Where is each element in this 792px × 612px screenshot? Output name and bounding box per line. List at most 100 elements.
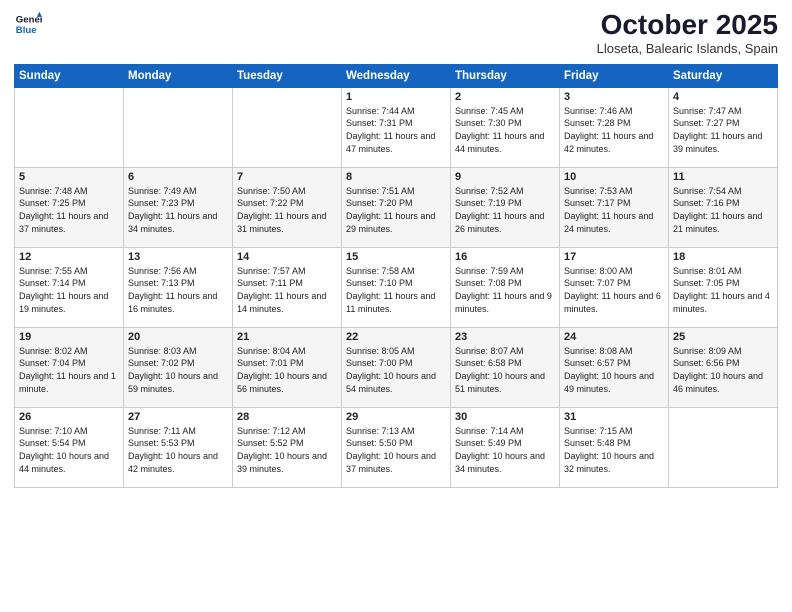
title-block: October 2025 Lloseta, Balearic Islands, … xyxy=(597,10,778,56)
cell-w3-d5: 16Sunrise: 7:59 AM Sunset: 7:08 PM Dayli… xyxy=(451,247,560,327)
day-number: 15 xyxy=(346,251,446,263)
week-row-2: 5Sunrise: 7:48 AM Sunset: 7:25 PM Daylig… xyxy=(15,167,778,247)
col-header-wednesday: Wednesday xyxy=(342,64,451,87)
cell-w4-d4: 22 Sunrise: 8:05 AM Sunset: 7:00 PM Dayli… xyxy=(342,327,451,407)
cell-w1-d1 xyxy=(15,87,124,167)
day-info: Sunrise: 7:46 AM Sunset: 7:28 PM Dayligh… xyxy=(564,105,664,155)
week-row-5: 26 Sunrise: 7:10 AM Sunset: 5:54 PM Dayli… xyxy=(15,407,778,487)
day-number: 6 xyxy=(128,171,228,183)
day-info: Sunrise: 7:52 AM Sunset: 7:19 PM Dayligh… xyxy=(455,185,555,235)
col-header-saturday: Saturday xyxy=(669,64,778,87)
header: General Blue October 2025 Lloseta, Balea… xyxy=(14,10,778,56)
cell-w1-d2 xyxy=(124,87,233,167)
cell-w5-d2: 27 Sunrise: 7:11 AM Sunset: 5:53 PM Dayli… xyxy=(124,407,233,487)
cell-w5-d4: 29 Sunrise: 7:13 AM Sunset: 5:50 PM Dayli… xyxy=(342,407,451,487)
day-number: 31 xyxy=(564,411,664,423)
col-header-sunday: Sunday xyxy=(15,64,124,87)
day-info: Sunrise: 8:05 AM Sunset: 7:00 PM Dayligh… xyxy=(346,345,446,395)
day-info: Sunrise: 7:51 AM Sunset: 7:20 PM Dayligh… xyxy=(346,185,446,235)
day-number: 19 xyxy=(19,331,119,343)
cell-w2-d7: 11 Sunrise: 7:54 AM Sunset: 7:16 PM Dayli… xyxy=(669,167,778,247)
cell-w1-d5: 2 Sunrise: 7:45 AM Sunset: 7:30 PM Daylig… xyxy=(451,87,560,167)
cell-w2-d2: 6 Sunrise: 7:49 AM Sunset: 7:23 PM Daylig… xyxy=(124,167,233,247)
svg-text:Blue: Blue xyxy=(16,25,37,36)
day-info: Sunrise: 8:00 AM Sunset: 7:07 PM Dayligh… xyxy=(564,265,664,315)
day-number: 25 xyxy=(673,331,773,343)
day-number: 7 xyxy=(237,171,337,183)
cell-w4-d1: 19 Sunrise: 8:02 AM Sunset: 7:04 PM Dayli… xyxy=(15,327,124,407)
day-info: Sunrise: 7:56 AM Sunset: 7:13 PM Dayligh… xyxy=(128,265,228,315)
day-number: 4 xyxy=(673,91,773,103)
day-info: Sunrise: 8:03 AM Sunset: 7:02 PM Dayligh… xyxy=(128,345,228,395)
day-number: 10 xyxy=(564,171,664,183)
day-info: Sunrise: 8:01 AM Sunset: 7:05 PM Dayligh… xyxy=(673,265,773,315)
day-number: 27 xyxy=(128,411,228,423)
day-info: Sunrise: 8:04 AM Sunset: 7:01 PM Dayligh… xyxy=(237,345,337,395)
day-info: Sunrise: 7:47 AM Sunset: 7:27 PM Dayligh… xyxy=(673,105,773,155)
cell-w4-d7: 25 Sunrise: 8:09 AM Sunset: 6:56 PM Dayli… xyxy=(669,327,778,407)
col-header-tuesday: Tuesday xyxy=(233,64,342,87)
day-number: 30 xyxy=(455,411,555,423)
day-number: 26 xyxy=(19,411,119,423)
day-info: Sunrise: 7:49 AM Sunset: 7:23 PM Dayligh… xyxy=(128,185,228,235)
day-number: 3 xyxy=(564,91,664,103)
cell-w5-d5: 30 Sunrise: 7:14 AM Sunset: 5:49 PM Dayli… xyxy=(451,407,560,487)
day-info: Sunrise: 8:09 AM Sunset: 6:56 PM Dayligh… xyxy=(673,345,773,395)
col-header-thursday: Thursday xyxy=(451,64,560,87)
cell-w1-d3 xyxy=(233,87,342,167)
day-info: Sunrise: 7:55 AM Sunset: 7:14 PM Dayligh… xyxy=(19,265,119,315)
subtitle: Lloseta, Balearic Islands, Spain xyxy=(597,41,778,56)
day-number: 22 xyxy=(346,331,446,343)
cell-w3-d6: 17Sunrise: 8:00 AM Sunset: 7:07 PM Dayli… xyxy=(560,247,669,327)
col-header-friday: Friday xyxy=(560,64,669,87)
day-number: 20 xyxy=(128,331,228,343)
cell-w2-d4: 8 Sunrise: 7:51 AM Sunset: 7:20 PM Daylig… xyxy=(342,167,451,247)
cell-w1-d7: 4 Sunrise: 7:47 AM Sunset: 7:27 PM Daylig… xyxy=(669,87,778,167)
day-info: Sunrise: 8:07 AM Sunset: 6:58 PM Dayligh… xyxy=(455,345,555,395)
cell-w3-d4: 15Sunrise: 7:58 AM Sunset: 7:10 PM Dayli… xyxy=(342,247,451,327)
day-info: Sunrise: 7:11 AM Sunset: 5:53 PM Dayligh… xyxy=(128,425,228,475)
day-number: 14 xyxy=(237,251,337,263)
day-info: Sunrise: 7:44 AM Sunset: 7:31 PM Dayligh… xyxy=(346,105,446,155)
day-info: Sunrise: 7:10 AM Sunset: 5:54 PM Dayligh… xyxy=(19,425,119,475)
day-info: Sunrise: 7:57 AM Sunset: 7:11 PM Dayligh… xyxy=(237,265,337,315)
day-number: 8 xyxy=(346,171,446,183)
day-number: 11 xyxy=(673,171,773,183)
logo-icon: General Blue xyxy=(14,10,42,38)
day-number: 2 xyxy=(455,91,555,103)
calendar-table: SundayMondayTuesdayWednesdayThursdayFrid… xyxy=(14,64,778,488)
cell-w1-d6: 3 Sunrise: 7:46 AM Sunset: 7:28 PM Daylig… xyxy=(560,87,669,167)
day-info: Sunrise: 7:15 AM Sunset: 5:48 PM Dayligh… xyxy=(564,425,664,475)
day-number: 9 xyxy=(455,171,555,183)
day-info: Sunrise: 7:53 AM Sunset: 7:17 PM Dayligh… xyxy=(564,185,664,235)
week-row-1: 1 Sunrise: 7:44 AM Sunset: 7:31 PM Daylig… xyxy=(15,87,778,167)
cell-w5-d6: 31 Sunrise: 7:15 AM Sunset: 5:48 PM Dayli… xyxy=(560,407,669,487)
day-info: Sunrise: 7:14 AM Sunset: 5:49 PM Dayligh… xyxy=(455,425,555,475)
cell-w1-d4: 1 Sunrise: 7:44 AM Sunset: 7:31 PM Daylig… xyxy=(342,87,451,167)
day-number: 28 xyxy=(237,411,337,423)
cell-w4-d6: 24 Sunrise: 8:08 AM Sunset: 6:57 PM Dayli… xyxy=(560,327,669,407)
cell-w5-d7 xyxy=(669,407,778,487)
day-info: Sunrise: 7:50 AM Sunset: 7:22 PM Dayligh… xyxy=(237,185,337,235)
cell-w2-d1: 5Sunrise: 7:48 AM Sunset: 7:25 PM Daylig… xyxy=(15,167,124,247)
day-info: Sunrise: 8:08 AM Sunset: 6:57 PM Dayligh… xyxy=(564,345,664,395)
header-row: SundayMondayTuesdayWednesdayThursdayFrid… xyxy=(15,64,778,87)
day-info: Sunrise: 8:02 AM Sunset: 7:04 PM Dayligh… xyxy=(19,345,119,395)
cell-w4-d3: 21Sunrise: 8:04 AM Sunset: 7:01 PM Dayli… xyxy=(233,327,342,407)
day-number: 12 xyxy=(19,251,119,263)
cell-w2-d6: 10 Sunrise: 7:53 AM Sunset: 7:17 PM Dayli… xyxy=(560,167,669,247)
day-info: Sunrise: 7:54 AM Sunset: 7:16 PM Dayligh… xyxy=(673,185,773,235)
day-info: Sunrise: 7:45 AM Sunset: 7:30 PM Dayligh… xyxy=(455,105,555,155)
week-row-4: 19 Sunrise: 8:02 AM Sunset: 7:04 PM Dayli… xyxy=(15,327,778,407)
day-number: 23 xyxy=(455,331,555,343)
day-number: 13 xyxy=(128,251,228,263)
day-info: Sunrise: 7:13 AM Sunset: 5:50 PM Dayligh… xyxy=(346,425,446,475)
cell-w2-d3: 7 Sunrise: 7:50 AM Sunset: 7:22 PM Daylig… xyxy=(233,167,342,247)
cell-w2-d5: 9 Sunrise: 7:52 AM Sunset: 7:19 PM Daylig… xyxy=(451,167,560,247)
day-number: 24 xyxy=(564,331,664,343)
day-number: 29 xyxy=(346,411,446,423)
cell-w3-d2: 13 Sunrise: 7:56 AM Sunset: 7:13 PM Dayli… xyxy=(124,247,233,327)
day-info: Sunrise: 7:12 AM Sunset: 5:52 PM Dayligh… xyxy=(237,425,337,475)
cell-w3-d7: 18Sunrise: 8:01 AM Sunset: 7:05 PM Dayli… xyxy=(669,247,778,327)
day-number: 1 xyxy=(346,91,446,103)
